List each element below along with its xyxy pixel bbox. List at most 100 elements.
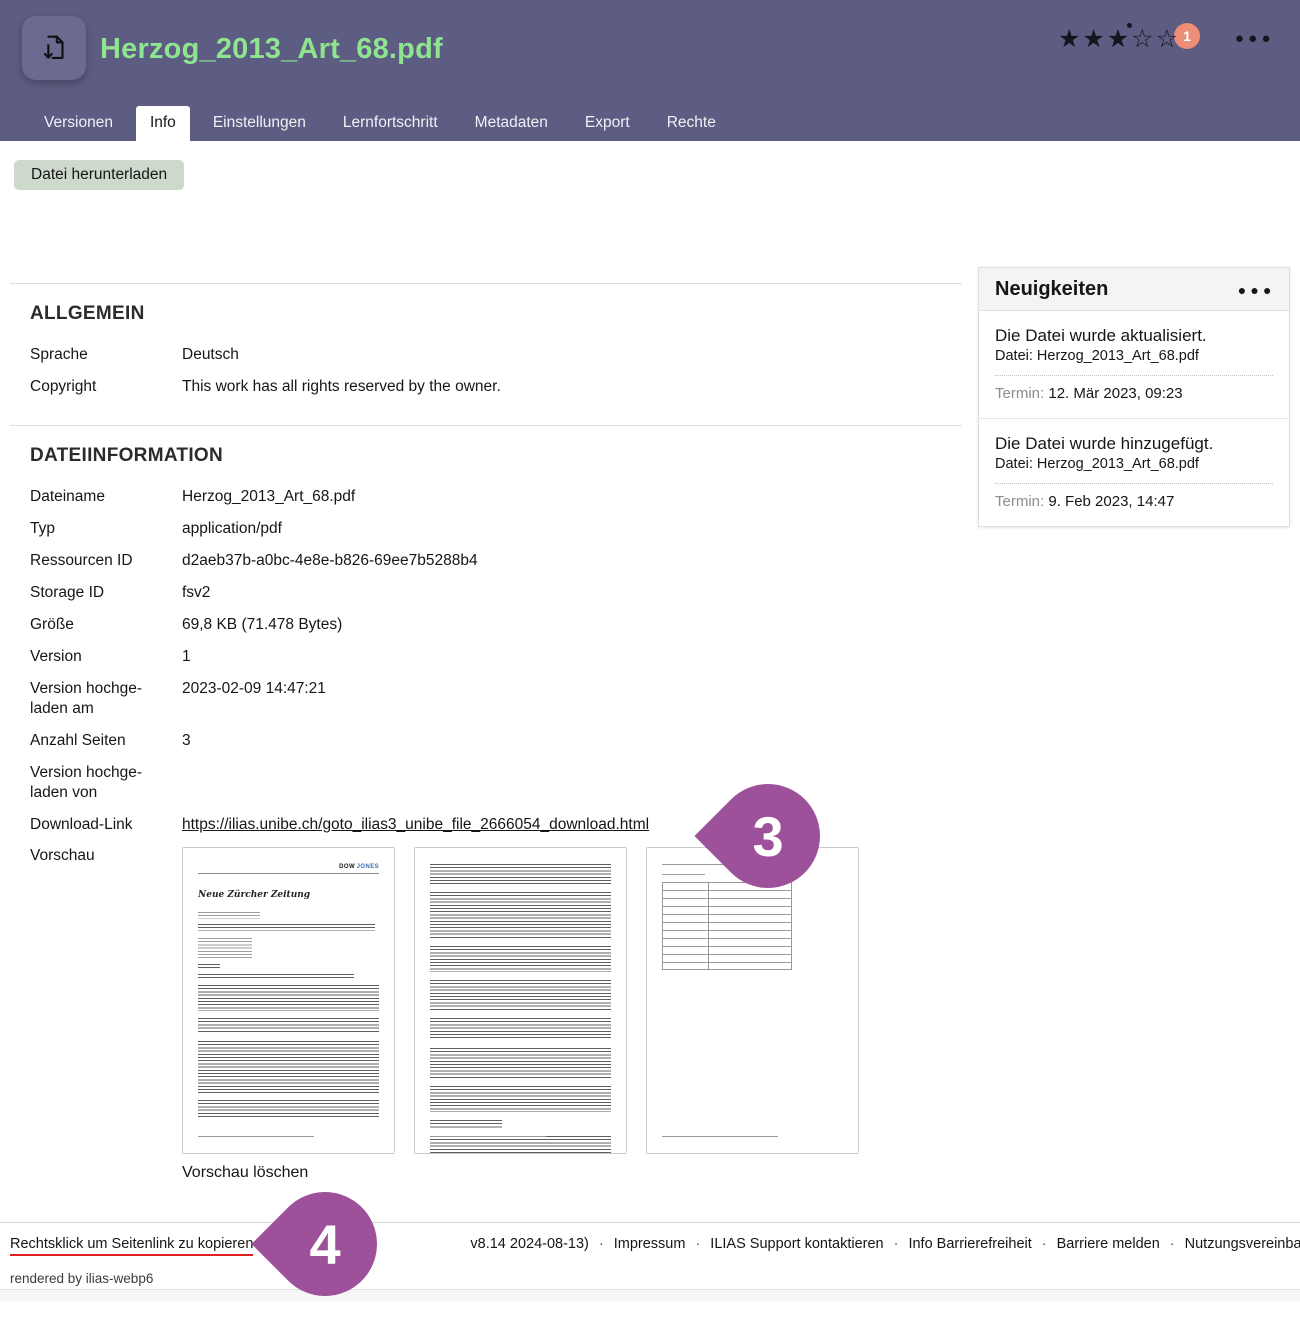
copy-page-link[interactable]: Rechtsklick um Seitenlink zu kopieren [10, 1236, 253, 1256]
info-row-ressourcen-id: Ressourcen ID d2aeb37b-a0bc-4e8e-b826-69… [30, 551, 962, 571]
delete-preview-link[interactable]: Vorschau löschen [182, 1164, 308, 1182]
tab-lernfortschritt[interactable]: Lernfortschritt [329, 106, 452, 141]
bottom-strip [0, 1289, 1300, 1301]
row-label: Version [30, 647, 182, 667]
fake-footer-line [198, 1136, 314, 1139]
fake-text [198, 964, 220, 968]
news-file-line: Datei: Herzog_2013_Art_68.pdf [995, 456, 1273, 472]
dotted-divider [995, 375, 1273, 376]
ilias-version-text: v8.14 2024-08-13) [470, 1236, 589, 1252]
footer-link-barrierefreiheit[interactable]: Info Barrierefreiheit [908, 1236, 1031, 1252]
row-value: d2aeb37b-a0bc-4e8e-b826-69ee7b5288b4 [182, 551, 962, 571]
info-row-dateiname: Dateiname Herzog_2013_Art_68.pdf [30, 487, 962, 507]
preview-page-3 [646, 847, 859, 1154]
fake-footer-line [430, 1136, 546, 1139]
row-value: This work has all rights reserved by the… [182, 377, 962, 397]
section-divider [10, 425, 962, 426]
toolbar: Datei herunterladen [14, 160, 184, 190]
section-title-allgemein: ALLGEMEIN [30, 303, 962, 325]
news-panel: Neuigkeiten ● ● ● Die Datei wurde aktual… [978, 267, 1290, 527]
download-link[interactable]: https://ilias.unibe.ch/goto_ilias3_unibe… [182, 816, 649, 833]
news-ellipsis-icon[interactable]: ● ● ● [1238, 282, 1273, 298]
row-value [182, 763, 962, 803]
info-row-typ: Typ application/pdf [30, 519, 962, 539]
fake-text [198, 974, 354, 978]
news-headline[interactable]: Die Datei wurde hinzugefügt. [995, 434, 1273, 454]
file-download-icon[interactable] [22, 16, 86, 80]
footer-separator: · [1042, 1236, 1047, 1252]
info-row-vorschau: Vorschau DOW JONES Neue Zürcher Zeitung [30, 847, 962, 1154]
page-footer: Rechtsklick um Seitenlink zu kopieren v8… [0, 1222, 1300, 1223]
row-label: Ressourcen ID [30, 551, 182, 571]
fake-table [662, 882, 792, 970]
fake-text [198, 1100, 379, 1118]
row-label: Copyright [30, 377, 182, 397]
fake-text [430, 1018, 611, 1040]
news-headline[interactable]: Die Datei wurde aktualisiert. [995, 326, 1273, 346]
row-value: Herzog_2013_Art_68.pdf [182, 487, 962, 507]
footer-separator: · [599, 1236, 604, 1252]
page-title: Herzog_2013_Art_68.pdf [100, 33, 443, 66]
fake-text [430, 892, 611, 938]
rendered-by-text: rendered by ilias-webp6 [10, 1271, 153, 1286]
news-item: Die Datei wurde hinzugefügt. Datei: Herz… [979, 418, 1289, 526]
row-value: 1 [182, 647, 962, 667]
star-rating[interactable]: ★★★☆☆ [1058, 24, 1180, 54]
dowjones-logo: DOW JONES [198, 864, 379, 870]
tab-versionen[interactable]: Versionen [30, 106, 127, 141]
tab-info[interactable]: Info [136, 106, 190, 141]
row-value: 3 [182, 731, 962, 751]
fake-text [430, 946, 611, 972]
download-file-button[interactable]: Datei herunterladen [14, 160, 184, 190]
fake-text [430, 1120, 502, 1128]
header-bar: Herzog_2013_Art_68.pdf ★★★☆☆ 1 ● ● ● Ver… [0, 0, 1300, 141]
dotted-divider [995, 483, 1273, 484]
fake-text [430, 1086, 611, 1112]
preview-page-2 [414, 847, 627, 1154]
fake-text [662, 874, 705, 877]
info-row-groesse: Größe 69,8 KB (71.478 Bytes) [30, 615, 962, 635]
info-row-sprache: Sprache Deutsch [30, 345, 962, 365]
row-label: Typ [30, 519, 182, 539]
fake-text [430, 864, 611, 884]
info-row-download-link: Download-Link https://ilias.unibe.ch/got… [30, 815, 962, 835]
tab-einstellungen[interactable]: Einstellungen [199, 106, 320, 141]
row-value: 2023-02-09 14:47:21 [182, 679, 962, 719]
row-label: Version hochge-laden am [30, 679, 182, 719]
news-panel-header: Neuigkeiten ● ● ● [979, 268, 1289, 311]
footer-links-row: Rechtsklick um Seitenlink zu kopieren v8… [10, 1236, 1258, 1256]
tab-metadaten[interactable]: Metadaten [461, 106, 562, 141]
row-value: fsv2 [182, 583, 962, 603]
fake-text [198, 1018, 379, 1034]
news-item: Die Datei wurde aktualisiert. Datei: Her… [979, 311, 1289, 418]
news-date: Termin: 12. Mär 2023, 09:23 [995, 385, 1273, 402]
header-actions-ellipsis-icon[interactable]: ● ● ● [1235, 30, 1272, 47]
fake-text [198, 924, 375, 931]
footer-separator: · [1170, 1236, 1175, 1252]
tab-export[interactable]: Export [571, 106, 644, 141]
footer-separator: · [894, 1236, 899, 1252]
fake-text [430, 1048, 611, 1078]
info-row-hochgeladen-am: Version hochge-laden am 2023-02-09 14:47… [30, 679, 962, 719]
section-divider [10, 283, 962, 284]
footer-link-impressum[interactable]: Impressum [614, 1236, 686, 1252]
info-row-hochgeladen-von: Version hochge-laden von [30, 763, 962, 803]
row-label: Dateiname [30, 487, 182, 507]
row-label: Anzahl Seiten [30, 731, 182, 751]
row-value: Deutsch [182, 345, 962, 365]
fake-text [198, 938, 252, 958]
fake-text [198, 985, 379, 1011]
nzz-masthead: Neue Zürcher Zeitung [198, 890, 379, 900]
footer-link-nutzungsvereinbarung[interactable]: Nutzungsvereinbarung [1185, 1236, 1300, 1252]
row-value: 69,8 KB (71.478 Bytes) [182, 615, 962, 635]
row-label: Vorschau [30, 847, 182, 1154]
star-glyphs[interactable]: ★★★☆☆ [1058, 25, 1180, 53]
news-file-line: Datei: Herzog_2013_Art_68.pdf [995, 348, 1273, 364]
footer-link-barriere-melden[interactable]: Barriere melden [1057, 1236, 1160, 1252]
tab-rechte[interactable]: Rechte [653, 106, 730, 141]
footer-link-support[interactable]: ILIAS Support kontaktieren [710, 1236, 883, 1252]
average-rating-dot [1127, 23, 1132, 28]
news-panel-title: Neuigkeiten [995, 278, 1108, 301]
info-row-version: Version 1 [30, 647, 962, 667]
preview-thumbnails: DOW JONES Neue Zürcher Zeitung [182, 847, 878, 1154]
